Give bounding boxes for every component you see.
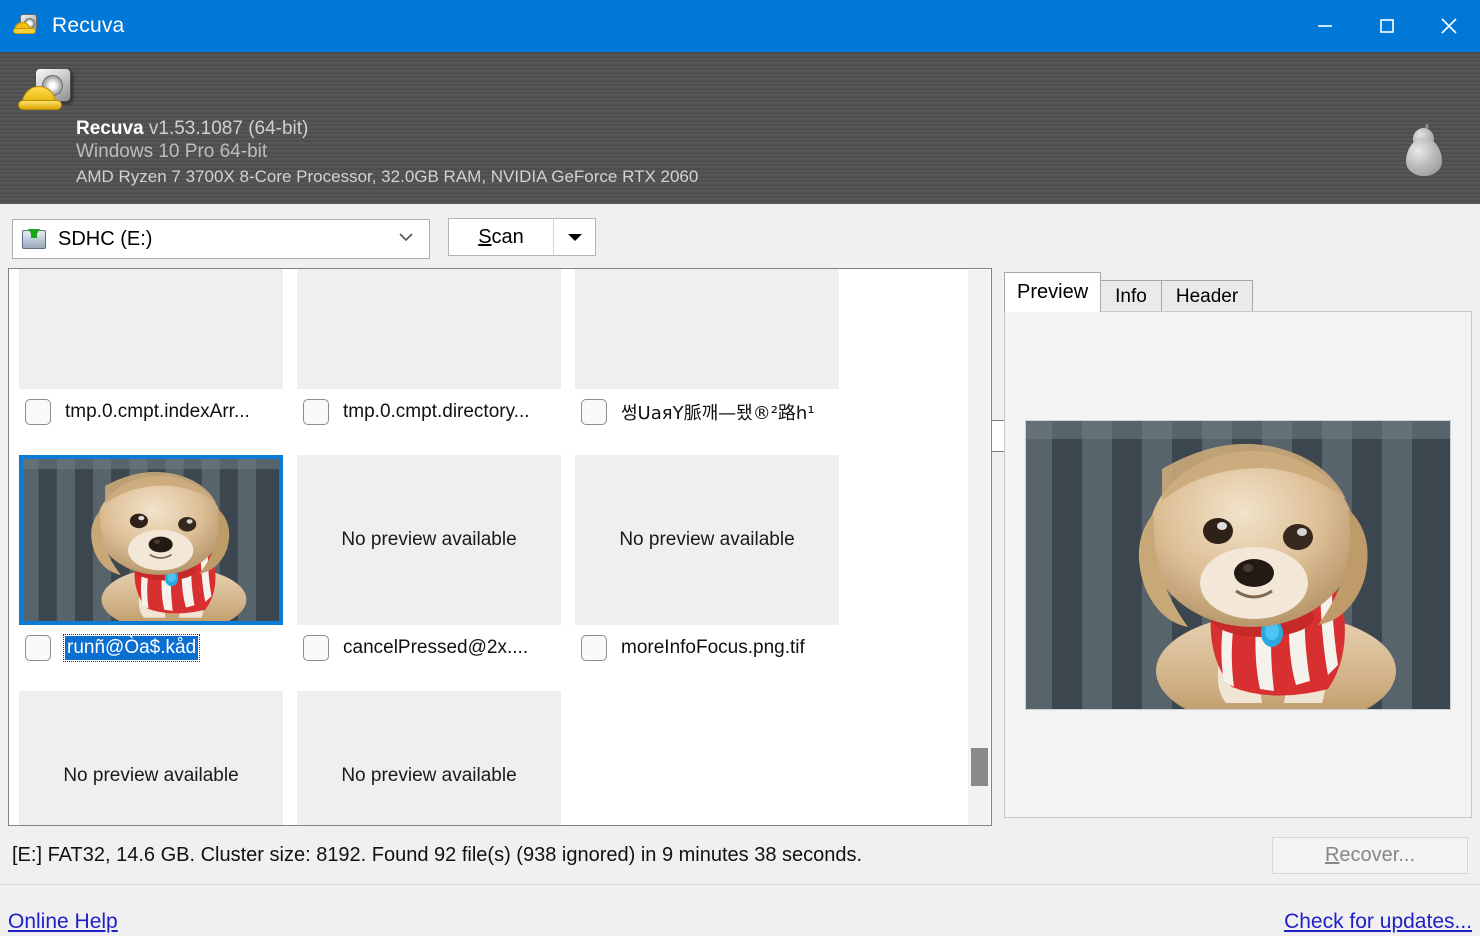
toolbar: SDHC (E:) Scan E:\* ✕ Options... (0, 204, 1480, 268)
pear-logo-icon (1404, 124, 1444, 176)
app-banner: Recuva v1.53.1087 (64-bit) Windows 10 Pr… (0, 52, 1480, 204)
status-bar: [E:] FAT32, 14.6 GB. Cluster size: 8192.… (0, 832, 1480, 884)
recover-button-label: Recover... (1325, 844, 1415, 867)
chevron-down-icon (397, 230, 415, 248)
tab-header[interactable]: Header (1161, 280, 1253, 312)
recuva-window: Recuva Recuva v1.53.1087 (64-bit) Window… (0, 0, 1480, 936)
file-tile-row: runñ@Òa$.kåd (19, 625, 283, 671)
dog-photo-svg (1026, 421, 1450, 709)
file-tile[interactable]: No preview availablemoreInfoFocusPress..… (297, 691, 561, 826)
recuva-hardhat-drive-icon (22, 66, 76, 118)
file-name-label[interactable]: 썽UaяY脈깨—됐®²路հ¹ (621, 399, 815, 425)
close-button[interactable] (1418, 0, 1480, 52)
file-tile-row: moreInfoFocus.png.tif (575, 625, 839, 671)
tab-label: Preview (1017, 281, 1088, 304)
file-thumbnail[interactable] (19, 268, 283, 389)
tab-preview[interactable]: Preview (1004, 272, 1101, 312)
file-tile[interactable]: No preview available cancelPressed@2x.... (297, 455, 561, 671)
maximize-button[interactable] (1356, 0, 1418, 52)
preview-image (1026, 421, 1450, 709)
file-thumbnail[interactable] (19, 455, 283, 625)
file-thumbnail[interactable]: No preview available (575, 455, 839, 625)
file-thumbnail[interactable]: No preview available (297, 455, 561, 625)
preview-panel-tabs: Preview Info Header (1004, 272, 1472, 312)
drive-restore-icon (22, 228, 46, 250)
recover-button[interactable]: Recover... (1272, 837, 1468, 874)
file-tile[interactable]: No preview available moreInfoFocus.png.ti… (575, 455, 839, 671)
title-bar: Recuva (0, 0, 1480, 52)
window-title: Recuva (52, 14, 124, 38)
file-checkbox[interactable] (303, 399, 329, 425)
banner-hardware: AMD Ryzen 7 3700X 8-Core Processor, 32.0… (76, 163, 698, 191)
file-name-label[interactable]: cancelPressed@2x.... (343, 637, 528, 659)
dog-photo-thumbnail (23, 459, 279, 621)
file-name-label[interactable]: tmp.0.cmpt.indexArr... (65, 401, 250, 423)
caret-down-icon (568, 234, 582, 241)
check-updates-link[interactable]: Check for updates... (1284, 910, 1472, 934)
drive-select-value: SDHC (E:) (58, 228, 152, 251)
tab-info[interactable]: Info (1100, 280, 1162, 312)
scan-dropdown-button[interactable] (553, 219, 595, 255)
file-tile[interactable]: tmp.0.cmpt.indexArr... (19, 268, 283, 435)
banner-os: Windows 10 Pro 64-bit (76, 140, 698, 163)
status-message: [E:] FAT32, 14.6 GB. Cluster size: 8192.… (12, 844, 862, 867)
file-checkbox[interactable] (581, 399, 607, 425)
file-tile[interactable]: runñ@Òa$.kåd (19, 455, 283, 671)
minimize-button[interactable] (1294, 0, 1356, 52)
file-checkbox[interactable] (25, 399, 51, 425)
recuva-app-icon (14, 13, 40, 39)
file-tile-row: 썽UaяY脈깨—됐®²路հ¹ (575, 389, 839, 435)
scan-button[interactable]: Scan (448, 218, 596, 256)
file-checkbox[interactable] (25, 635, 51, 661)
file-thumbnail[interactable] (575, 268, 839, 389)
file-list-scrollbar[interactable] (968, 270, 990, 826)
file-checkbox[interactable] (581, 635, 607, 661)
file-name-label[interactable]: moreInfoFocus.png.tif (621, 637, 805, 659)
scan-button-label: Scan (449, 226, 553, 249)
tab-label: Header (1176, 286, 1238, 308)
file-tile-row: tmp.0.cmpt.directory... (297, 389, 561, 435)
banner-app-name: Recuva (76, 118, 144, 139)
file-list[interactable]: tmp.0.cmpt.indexArr... tmp.0.cmpt.directo… (8, 268, 992, 826)
file-tile-row: cancelPressed@2x.... (297, 625, 561, 671)
file-tile-row: tmp.0.cmpt.indexArr... (19, 389, 283, 435)
scrollbar-thumb[interactable] (971, 748, 988, 786)
footer: Online Help Check for updates... (0, 884, 1480, 936)
banner-version: v1.53.1087 (64-bit) (149, 118, 309, 139)
banner-text: Recuva v1.53.1087 (64-bit) Windows 10 Pr… (76, 118, 698, 191)
file-tile[interactable]: tmp.0.cmpt.directory... (297, 268, 561, 435)
preview-panel: Preview Info Header (1004, 272, 1472, 818)
window-controls (1294, 0, 1480, 52)
file-name-label[interactable]: tmp.0.cmpt.directory... (343, 401, 530, 423)
file-checkbox[interactable] (303, 635, 329, 661)
file-thumbnail[interactable]: No preview available (19, 691, 283, 826)
file-thumbnail[interactable] (297, 268, 561, 389)
tab-label: Info (1115, 286, 1147, 308)
drive-select[interactable]: SDHC (E:) (12, 219, 430, 259)
file-thumbnail[interactable]: No preview available (297, 691, 561, 826)
file-tile[interactable]: 썽UaяY脈깨—됐®²路հ¹ (575, 268, 839, 435)
file-name-label[interactable]: runñ@Òa$.kåd (65, 636, 198, 660)
online-help-link[interactable]: Online Help (8, 910, 118, 934)
preview-content (1004, 311, 1472, 818)
file-tile[interactable]: No preview availablearrowbuttonPressed..… (19, 691, 283, 826)
